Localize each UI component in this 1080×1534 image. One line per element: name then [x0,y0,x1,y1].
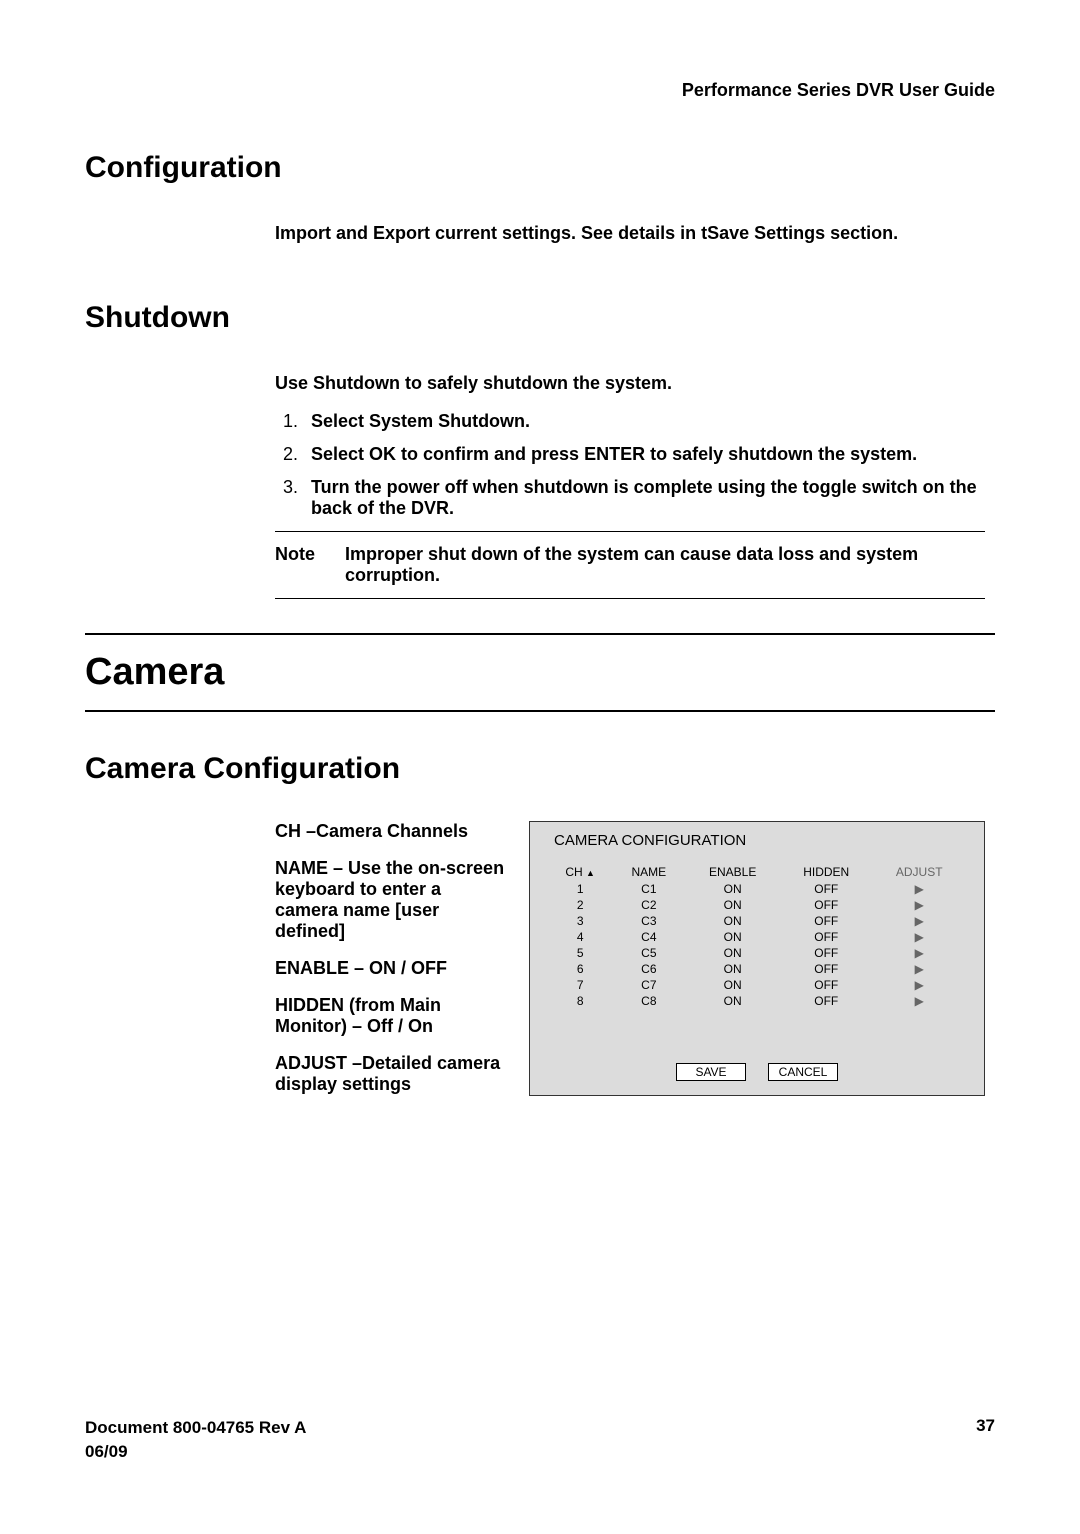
cell-adjust[interactable]: ▶ [872,961,966,977]
table-row[interactable]: 2C2ONOFF ▶ [548,897,966,913]
cell-name[interactable]: C4 [612,929,685,945]
cell-enable[interactable]: ON [685,913,780,929]
table-row[interactable]: 5C5ONOFF ▶ [548,945,966,961]
shutdown-steps: Select System Shutdown. Select OK to con… [303,411,985,519]
step-text: Select System Shutdown. [311,411,530,431]
cell-ch: 5 [548,945,612,961]
cell-hidden[interactable]: OFF [780,977,872,993]
step-text: Select OK to confirm and press ENTER to … [311,444,917,464]
desc-name: NAME – Use the on-screen keyboard to ent… [275,858,505,942]
list-item: Select System Shutdown. [303,411,985,432]
cell-name[interactable]: C1 [612,881,685,897]
note-label: Note [275,544,345,586]
cell-name[interactable]: C3 [612,913,685,929]
cell-hidden[interactable]: OFF [780,897,872,913]
cell-ch: 8 [548,993,612,1009]
col-ch[interactable]: CH ▲ [548,863,612,881]
cell-name[interactable]: C5 [612,945,685,961]
cell-enable[interactable]: ON [685,929,780,945]
shutdown-intro: Use Shutdown to safely shutdown the syst… [275,370,985,397]
desc-adjust: ADJUST –Detailed camera display settings [275,1053,505,1095]
configuration-text: Import and Export current settings. See … [275,220,985,247]
list-item: Select OK to confirm and press ENTER to … [303,444,985,465]
cell-hidden[interactable]: OFF [780,993,872,1009]
chevron-right-icon: ▶ [915,946,924,960]
table-row[interactable]: 8C8ONOFF ▶ [548,993,966,1009]
camera-description-column: CH –Camera Channels NAME – Use the on-sc… [275,821,505,1111]
camera-config-panel: CAMERA CONFIGURATION CH ▲ NAME ENABLE HI… [529,821,985,1096]
cell-ch: 6 [548,961,612,977]
cell-adjust[interactable]: ▶ [872,897,966,913]
cell-adjust[interactable]: ▶ [872,993,966,1009]
note-text: Improper shut down of the system can cau… [345,544,985,586]
cell-adjust[interactable]: ▶ [872,945,966,961]
step-text: Turn the power off when shutdown is comp… [311,477,977,518]
chevron-right-icon: ▶ [915,962,924,976]
heading-shutdown: Shutdown [85,301,995,335]
cell-ch: 4 [548,929,612,945]
cell-enable[interactable]: ON [685,881,780,897]
cell-hidden[interactable]: OFF [780,929,872,945]
footer-page: 37 [976,1416,995,1464]
cell-enable[interactable]: ON [685,897,780,913]
cell-name[interactable]: C7 [612,977,685,993]
cell-ch: 7 [548,977,612,993]
chevron-right-icon: ▶ [915,882,924,896]
cell-name[interactable]: C8 [612,993,685,1009]
cell-name[interactable]: C6 [612,961,685,977]
col-name: NAME [612,863,685,881]
table-row[interactable]: 7C7ONOFF ▶ [548,977,966,993]
cell-ch: 3 [548,913,612,929]
cell-adjust[interactable]: ▶ [872,929,966,945]
desc-ch: CH –Camera Channels [275,821,505,842]
heading-camera: Camera [85,635,995,710]
cell-hidden[interactable]: OFF [780,881,872,897]
desc-enable: ENABLE – ON / OFF [275,958,505,979]
cell-enable[interactable]: ON [685,993,780,1009]
heading-configuration: Configuration [85,151,995,185]
col-ch-label: CH [565,865,582,879]
chevron-right-icon: ▶ [915,978,924,992]
cell-hidden[interactable]: OFF [780,961,872,977]
note-block: Note Improper shut down of the system ca… [275,531,985,599]
save-button[interactable]: SAVE [676,1063,746,1081]
page-footer: Document 800-04765 Rev A 06/09 37 [85,1416,995,1464]
table-row[interactable]: 6C6ONOFF ▶ [548,961,966,977]
cell-ch: 2 [548,897,612,913]
chevron-right-icon: ▶ [915,994,924,1008]
col-enable: ENABLE [685,863,780,881]
cell-adjust[interactable]: ▶ [872,881,966,897]
desc-hidden: HIDDEN (from Main Monitor) – Off / On [275,995,505,1037]
chevron-right-icon: ▶ [915,914,924,928]
camera-config-table: CH ▲ NAME ENABLE HIDDEN ADJUST 1C1ONOFF▶… [548,863,966,1009]
chevron-right-icon: ▶ [915,898,924,912]
cell-enable[interactable]: ON [685,977,780,993]
col-adjust: ADJUST [872,863,966,881]
heading-camera-configuration: Camera Configuration [85,752,995,786]
footer-document: Document 800-04765 Rev A [85,1416,306,1440]
cell-adjust[interactable]: ▶ [872,977,966,993]
chevron-right-icon: ▶ [915,930,924,944]
table-row[interactable]: 1C1ONOFF ▶ [548,881,966,897]
footer-date: 06/09 [85,1440,306,1464]
cell-adjust[interactable]: ▶ [872,913,966,929]
sort-asc-icon: ▲ [586,868,595,878]
cell-hidden[interactable]: OFF [780,913,872,929]
cell-enable[interactable]: ON [685,961,780,977]
cancel-button[interactable]: CANCEL [768,1063,838,1081]
cell-name[interactable]: C2 [612,897,685,913]
col-hidden: HIDDEN [780,863,872,881]
table-row[interactable]: 4C4ONOFF ▶ [548,929,966,945]
table-row[interactable]: 3C3ONOFF ▶ [548,913,966,929]
cell-hidden[interactable]: OFF [780,945,872,961]
list-item: Turn the power off when shutdown is comp… [303,477,985,519]
running-header: Performance Series DVR User Guide [85,80,995,101]
cell-ch: 1 [548,881,612,897]
cell-enable[interactable]: ON [685,945,780,961]
panel-title: CAMERA CONFIGURATION [554,832,966,849]
